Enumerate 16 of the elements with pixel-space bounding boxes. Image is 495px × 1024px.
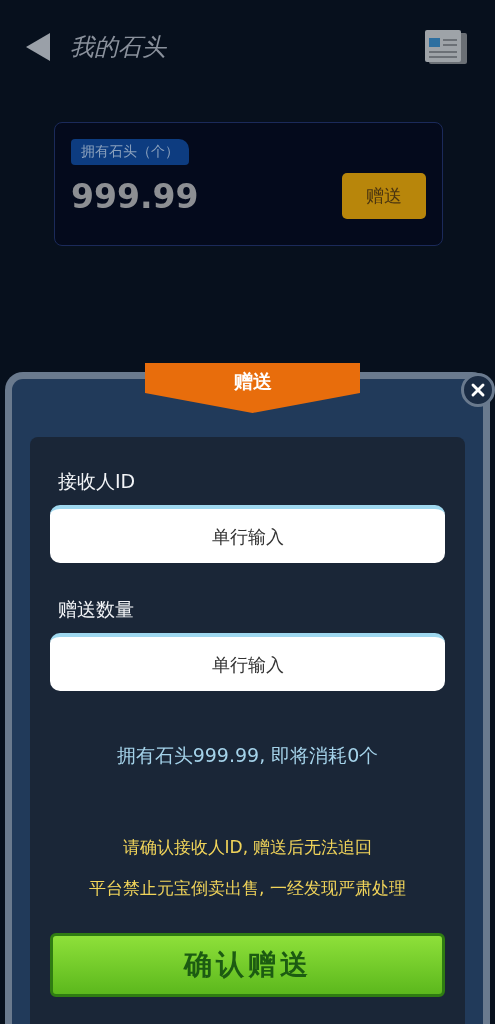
- page-title: 我的石头: [70, 32, 168, 63]
- field-label: 接收人ID: [58, 469, 137, 494]
- back-icon[interactable]: [26, 33, 50, 61]
- warning-text: 平台禁止元宝倒卖出售, 一经发现严肃处理: [88, 877, 407, 900]
- confirm-button[interactable]: 确认赠送: [50, 933, 445, 997]
- balance-amount: 999.99: [71, 176, 199, 216]
- gift-button[interactable]: 赠送: [342, 173, 426, 219]
- newspaper-icon[interactable]: [425, 30, 467, 64]
- balance-label: 拥有石头（个）: [71, 139, 189, 165]
- input-field[interactable]: 单行输入: [50, 505, 445, 563]
- close-button[interactable]: [461, 373, 495, 407]
- input-field[interactable]: 单行输入: [50, 633, 445, 691]
- balance-summary: 拥有石头999.99, 即将消耗0个: [115, 743, 380, 768]
- field-label: 赠送数量: [58, 597, 135, 622]
- warning-text: 请确认接收人ID, 赠送后无法追回: [121, 836, 374, 859]
- dialog-title: 赠送: [233, 369, 272, 394]
